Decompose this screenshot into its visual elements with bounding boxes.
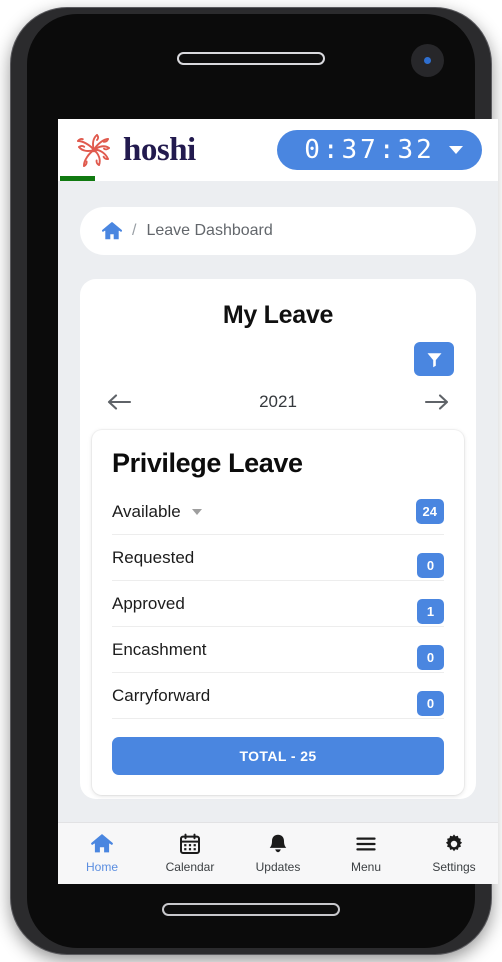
status-badge: 0 <box>417 691 444 716</box>
leave-row-label: Available <box>112 501 181 521</box>
leave-row-label: Requested <box>112 547 195 567</box>
nav-label: Home <box>85 860 118 874</box>
leave-row-label: Encashment <box>112 639 207 659</box>
chevron-down-icon[interactable] <box>448 146 463 154</box>
nav-item-home[interactable]: Home <box>58 823 146 884</box>
my-leave-card: My Leave 2021 Privilege Leave Available … <box>80 279 476 799</box>
nav-label: Calendar <box>165 860 215 874</box>
total-button[interactable]: TOTAL - 25 <box>112 737 444 775</box>
table-row[interactable]: Available 24 <box>112 489 444 535</box>
filter-button[interactable] <box>414 342 454 376</box>
nav-item-updates[interactable]: Updates <box>234 823 322 884</box>
phone-body: hoshi 0:37:32 / Leave Dashboard My Leave… <box>27 14 498 948</box>
app-screen: hoshi 0:37:32 / Leave Dashboard My Leave… <box>58 119 498 884</box>
table-row[interactable]: Carryforward 0 <box>112 673 444 719</box>
timer-value: 0:37:32 <box>304 135 435 165</box>
brand-name: hoshi <box>123 131 196 168</box>
content-scroll-area[interactable]: / Leave Dashboard My Leave 2021 Privileg… <box>58 181 498 884</box>
filter-funnel-icon <box>427 352 441 367</box>
leave-type-name: Privilege Leave <box>112 448 303 478</box>
breadcrumb: / Leave Dashboard <box>80 207 476 255</box>
status-badge: 1 <box>417 599 444 624</box>
arrow-right-icon <box>424 394 449 410</box>
nav-label: Settings <box>432 860 476 874</box>
home-icon <box>91 834 113 853</box>
leave-row-label: Approved <box>112 593 185 613</box>
table-row[interactable]: Encashment 0 <box>112 627 444 673</box>
filter-row <box>80 330 476 376</box>
bell-icon <box>269 834 287 853</box>
leave-row-label-wrap: Encashment <box>112 640 207 660</box>
arrow-left-icon <box>107 394 132 410</box>
nav-label: Updates <box>255 860 301 874</box>
leave-row-label-wrap: Available <box>112 502 202 522</box>
app-header: hoshi 0:37:32 <box>58 119 498 181</box>
calendar-icon <box>180 833 200 854</box>
leave-row-label-wrap: Carryforward <box>112 686 210 706</box>
previous-year-button[interactable] <box>106 393 132 411</box>
year-navigator: 2021 <box>80 376 476 412</box>
nav-item-calendar[interactable]: Calendar <box>146 823 234 884</box>
status-badge: 0 <box>417 553 444 578</box>
status-badge: 0 <box>417 645 444 670</box>
home-indicator-bar <box>162 903 340 916</box>
page-title: My Leave <box>222 301 334 329</box>
chevron-down-icon[interactable] <box>191 508 202 515</box>
status-badge: 24 <box>415 499 444 524</box>
leave-type-card: Privilege Leave Available 24 Requested 0… <box>92 430 464 795</box>
phone-frame: hoshi 0:37:32 / Leave Dashboard My Leave… <box>11 8 498 954</box>
table-row[interactable]: Requested 0 <box>112 535 444 581</box>
leave-row-label: Carryforward <box>112 685 211 705</box>
leave-row-label-wrap: Approved <box>112 594 185 614</box>
earpiece-speaker <box>177 52 325 65</box>
table-row[interactable]: Approved 1 <box>112 581 444 627</box>
nav-item-menu[interactable]: Menu <box>322 823 410 884</box>
breadcrumb-current-page: Leave Dashboard <box>146 222 273 239</box>
nav-item-settings[interactable]: Settings <box>410 823 498 884</box>
next-year-button[interactable] <box>424 393 450 411</box>
nav-label: Menu <box>350 860 382 874</box>
bottom-navigation-bar: Home Calendar Updates Menu Settings <box>58 822 498 884</box>
session-timer[interactable]: 0:37:32 <box>277 130 482 170</box>
brand-logo[interactable]: hoshi <box>72 129 196 171</box>
front-camera <box>411 44 444 77</box>
gear-icon <box>445 834 463 852</box>
hoshi-starburst-logo-icon <box>77 134 110 167</box>
breadcrumb-separator: / <box>132 222 137 239</box>
current-year: 2021 <box>259 392 297 411</box>
leave-row-label-wrap: Requested <box>112 548 194 568</box>
hamburger-menu-icon <box>356 837 376 851</box>
home-icon[interactable] <box>102 221 122 241</box>
